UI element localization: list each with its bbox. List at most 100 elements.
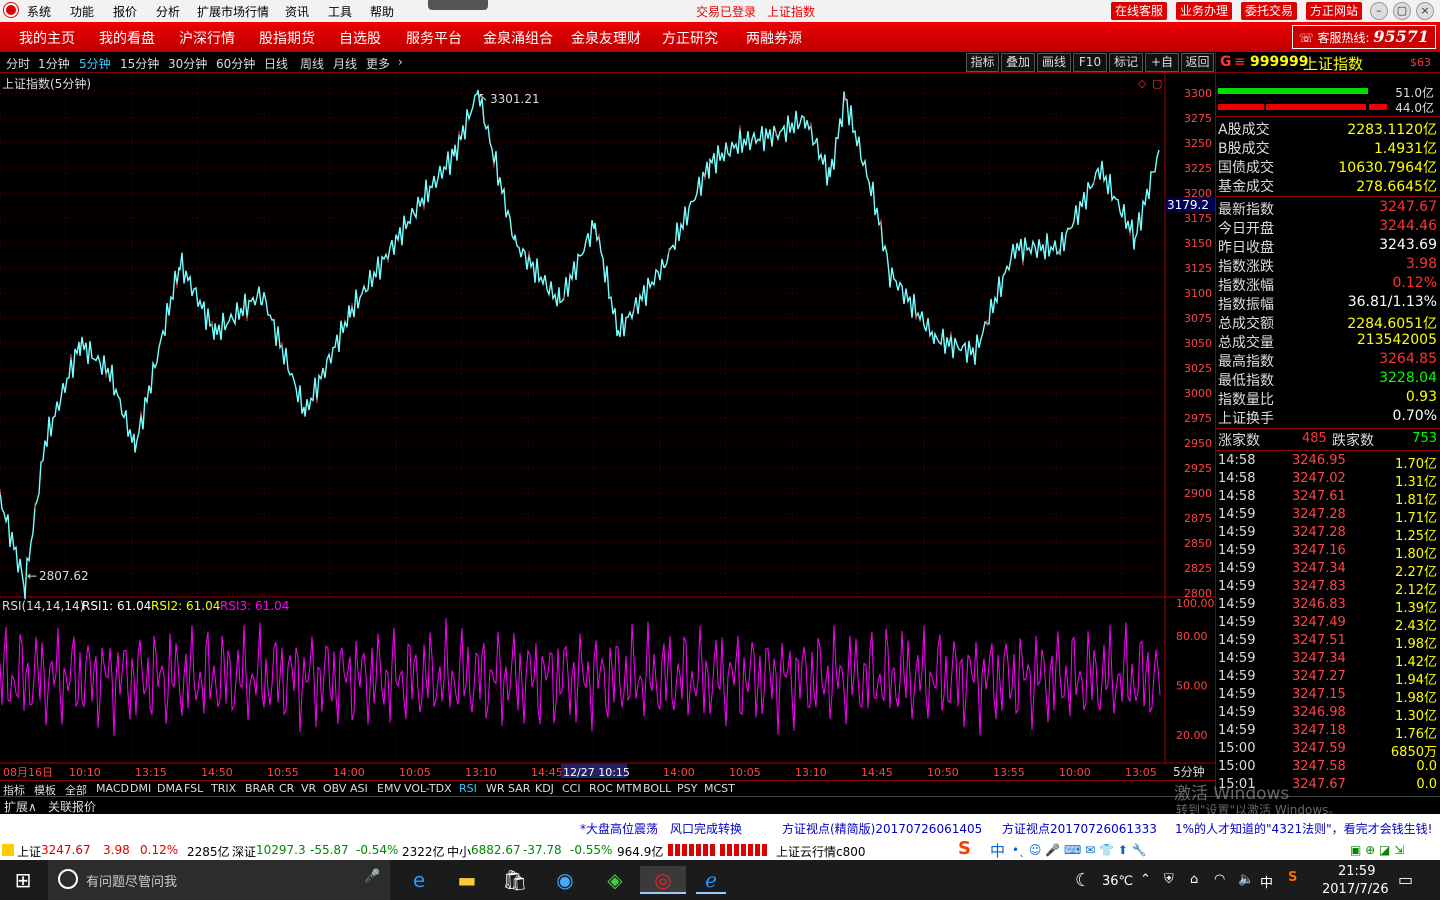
- indicator-tab[interactable]: EMV: [377, 782, 401, 795]
- news-item[interactable]: 风口完成转换: [670, 820, 742, 837]
- chevron-right-icon[interactable]: ›: [398, 55, 403, 69]
- menu-function[interactable]: 功能: [70, 3, 94, 20]
- indicator-tab[interactable]: MTM: [616, 782, 642, 795]
- file-explorer-icon[interactable]: ▬: [452, 866, 482, 894]
- nav-my-view[interactable]: 我的看盘: [99, 28, 155, 48]
- tool-overlay[interactable]: 叠加: [1001, 53, 1035, 72]
- menu-help[interactable]: 帮助: [370, 3, 394, 20]
- taskbar-ime[interactable]: 中: [1260, 872, 1273, 891]
- founder-app-icon[interactable]: ◎: [640, 866, 686, 894]
- period-day[interactable]: 日线: [264, 55, 288, 72]
- kline-chart-svg[interactable]: 上证指数(5分钟) ◇ ▢ 33003275325032253200317531…: [0, 73, 1215, 780]
- ime-tools-icon[interactable]: •ˎ ☺ 🎤 ⌨ ✉ 👕 ⬆ 🔧: [1012, 843, 1147, 857]
- news-item[interactable]: 1%的人才知道的"4321法则"，看完才会钱生钱!: [1175, 820, 1432, 837]
- nav-margin[interactable]: 两融券源: [746, 28, 802, 48]
- tray-app-icon[interactable]: ⌂: [1190, 872, 1198, 887]
- entrust-trade-button[interactable]: 委托交易: [1241, 2, 1298, 20]
- website-button[interactable]: 方正网站: [1306, 2, 1363, 20]
- expand-toggle[interactable]: 扩展∧: [4, 798, 37, 815]
- indicator-tab[interactable]: PSY: [677, 782, 697, 795]
- chart-area[interactable]: 上证指数(5分钟) ◇ ▢ 3300 3275 3250 3225 3200 3175 31…: [0, 73, 1215, 780]
- period-5min[interactable]: 5分钟: [79, 55, 111, 72]
- tool-mark[interactable]: 标记: [1109, 53, 1143, 72]
- volume-icon[interactable]: 🔈: [1238, 872, 1254, 887]
- nav-portfolio[interactable]: 金泉涌组合: [483, 28, 553, 48]
- minimize-icon[interactable]: –: [1370, 2, 1388, 20]
- close-icon[interactable]: ×: [1416, 2, 1434, 20]
- windows-start-icon[interactable]: ⊞: [8, 866, 38, 894]
- period-1min[interactable]: 1分钟: [38, 55, 70, 72]
- menu-icon[interactable]: ≡: [1234, 54, 1246, 70]
- indicator-tab[interactable]: MACD: [96, 782, 129, 795]
- news-item[interactable]: *大盘高位震荡: [580, 820, 658, 837]
- weather-moon-icon[interactable]: ☾: [1075, 870, 1091, 891]
- clock-date[interactable]: 2017/7/26: [1322, 882, 1389, 897]
- news-item[interactable]: 方证视点20170726061333: [1002, 820, 1157, 837]
- period-month[interactable]: 月线: [333, 55, 357, 72]
- menu-news[interactable]: 资讯: [285, 3, 309, 20]
- indicator-tab[interactable]: SAR: [508, 782, 530, 795]
- restore-icon[interactable]: ▢: [1393, 2, 1411, 20]
- notification-icon[interactable]: ▭: [1398, 870, 1413, 889]
- business-button[interactable]: 业务办理: [1176, 2, 1233, 20]
- tool-draw[interactable]: 画线: [1037, 53, 1071, 72]
- indicator-tab[interactable]: ROC: [589, 782, 613, 795]
- store-icon[interactable]: 🛍: [500, 866, 530, 894]
- nav-service[interactable]: 服务平台: [406, 28, 462, 48]
- indicator-tab[interactable]: BOLL: [643, 782, 671, 795]
- related-quote-tab[interactable]: 关联报价: [48, 798, 96, 815]
- edge-icon[interactable]: e: [404, 866, 434, 894]
- indicator-tab[interactable]: TRIX: [211, 782, 236, 795]
- tool-back[interactable]: 返回: [1181, 53, 1214, 72]
- nav-watchlist[interactable]: 自选股: [339, 28, 381, 48]
- indicator-tab[interactable]: KDJ: [535, 782, 554, 795]
- menu-ext-market[interactable]: 扩展市场行情: [197, 3, 269, 20]
- indicator-tab[interactable]: VOL-TDX: [404, 782, 452, 795]
- clock-time[interactable]: 21:59: [1338, 864, 1375, 879]
- indicator-tab[interactable]: DMI: [130, 782, 151, 795]
- tool-indicator[interactable]: 指标: [966, 53, 999, 72]
- menu-analysis[interactable]: 分析: [156, 3, 180, 20]
- period-timeshare[interactable]: 分时: [6, 55, 30, 72]
- chart-maximize-icon[interactable]: ▢: [1152, 77, 1162, 90]
- indicator-tab[interactable]: OBV: [323, 782, 346, 795]
- period-30min[interactable]: 30分钟: [168, 55, 207, 72]
- indicator-tab[interactable]: WR: [486, 782, 505, 795]
- period-more[interactable]: 更多: [366, 55, 390, 72]
- period-60min[interactable]: 60分钟: [216, 55, 255, 72]
- tool-add-watch[interactable]: +自选: [1145, 53, 1179, 86]
- browser-icon[interactable]: ◉: [550, 866, 580, 894]
- menu-system[interactable]: 系统: [27, 3, 51, 20]
- nav-wealth[interactable]: 金泉友理财: [571, 28, 641, 48]
- indicator-tab[interactable]: MCST: [704, 782, 735, 795]
- ime-mode[interactable]: 中: [990, 840, 1005, 861]
- cortana-search-box[interactable]: 有问题尽管问我 🎤: [48, 860, 390, 900]
- period-15min[interactable]: 15分钟: [120, 55, 159, 72]
- sogou-ime-icon[interactable]: S: [958, 838, 971, 859]
- indicator-tab[interactable]: BRAR: [245, 782, 275, 795]
- tray-overflow-icon[interactable]: ⌃: [1140, 872, 1151, 887]
- indicator-tab[interactable]: ASI: [350, 782, 368, 795]
- ie-icon[interactable]: ℯ: [696, 866, 726, 894]
- indicator-tab[interactable]: FSL: [184, 782, 203, 795]
- nav-research[interactable]: 方正研究: [662, 28, 718, 48]
- online-service-button[interactable]: 在线客服: [1111, 2, 1168, 20]
- period-week[interactable]: 周线: [300, 55, 324, 72]
- indicator-tab[interactable]: DMA: [157, 782, 183, 795]
- news-item[interactable]: 方证视点(精简版)20170726061405: [782, 820, 982, 837]
- nav-home[interactable]: 我的主页: [19, 28, 75, 48]
- weather-temp[interactable]: 36℃: [1102, 874, 1133, 889]
- network-icon[interactable]: ◠: [1214, 872, 1225, 887]
- folder-icon[interactable]: [2, 844, 14, 856]
- menu-quote[interactable]: 报价: [113, 3, 137, 20]
- app-icon[interactable]: ◈: [600, 866, 630, 894]
- indicator-tab[interactable]: CCI: [562, 782, 581, 795]
- microphone-icon[interactable]: 🎤: [364, 869, 380, 884]
- chart-diamond-icon[interactable]: ◇: [1138, 77, 1147, 90]
- security-shield-icon[interactable]: ⛨: [1164, 872, 1174, 887]
- nav-index-futures[interactable]: 股指期货: [259, 28, 315, 48]
- sogou-tray-icon[interactable]: S: [1288, 870, 1297, 885]
- indicator-tab[interactable]: VR: [301, 782, 316, 795]
- indicator-tab[interactable]: RSI: [459, 782, 477, 795]
- indicator-tab[interactable]: CR: [279, 782, 294, 795]
